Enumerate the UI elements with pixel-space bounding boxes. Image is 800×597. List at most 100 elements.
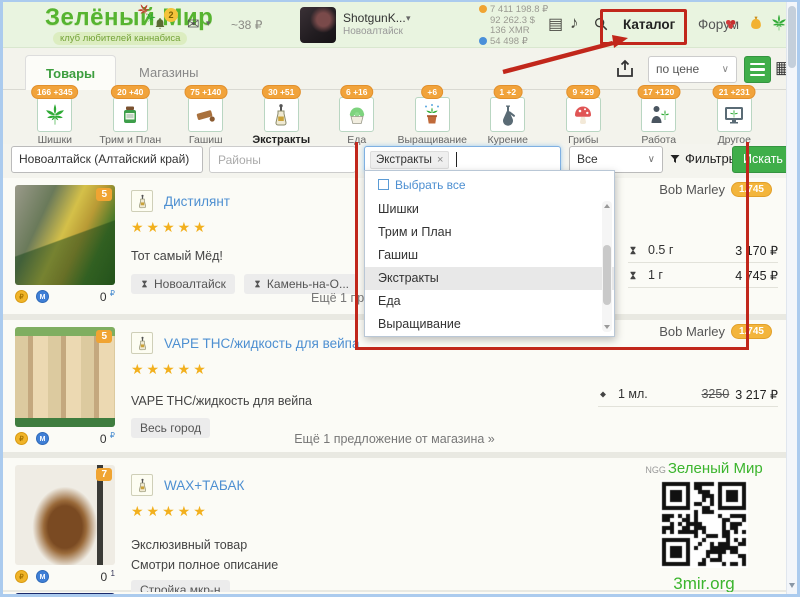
category-tags-input[interactable]: Экстракты× bbox=[364, 146, 561, 173]
category-work[interactable]: 17 +120 Работа bbox=[621, 90, 697, 144]
search-button[interactable]: Искать bbox=[732, 146, 794, 173]
photo-count-badge: 7 bbox=[96, 468, 112, 481]
selected-category-chip[interactable]: Экстракты× bbox=[370, 151, 449, 169]
page-scrollbar[interactable] bbox=[786, 2, 797, 594]
product-thumbnail[interactable]: 5 bbox=[15, 185, 115, 285]
seller-name[interactable]: Bob Marley bbox=[659, 182, 725, 197]
sort-select[interactable]: по цене∨ bbox=[648, 56, 737, 83]
money-bag-icon[interactable] bbox=[747, 14, 765, 32]
user-avatar[interactable] bbox=[300, 7, 336, 43]
product-description: Тот самый Мёд! bbox=[131, 249, 223, 263]
messages-envelope-icon[interactable]: ✉ bbox=[187, 15, 200, 33]
category-shishki[interactable]: 166 +345 Шишки bbox=[17, 90, 93, 144]
btc-coin-icon bbox=[479, 5, 487, 13]
category-mushrooms[interactable]: 9 +29 Грибы bbox=[546, 90, 622, 144]
search-icon[interactable] bbox=[593, 16, 609, 32]
user-name[interactable]: ShotgunK... bbox=[343, 11, 406, 25]
category-growing[interactable]: +6 Выращивание bbox=[395, 90, 471, 144]
more-offers-link[interactable]: Ещё 1 пре bbox=[311, 291, 371, 305]
extract-bottle-icon bbox=[131, 332, 153, 354]
category-other[interactable]: 21 +231 Другое bbox=[697, 90, 773, 144]
seller-name[interactable]: Bob Marley bbox=[659, 324, 725, 339]
dropdown-option[interactable]: Шишки bbox=[365, 198, 614, 221]
category-food[interactable]: 6 +16 Еда bbox=[319, 90, 395, 144]
category-hashish[interactable]: 75 +140 Гашиш bbox=[168, 90, 244, 144]
category-extracts[interactable]: 30 +51 Экстракты на форуме » bbox=[244, 90, 320, 144]
product-counters: ₽ M 0 ₽ bbox=[15, 289, 115, 304]
seller-info: Bob Marley 1.745 bbox=[659, 182, 772, 197]
price-row[interactable]: 1 г 4 745 ₽ bbox=[628, 263, 778, 288]
gold-coin-icon: ₽ bbox=[15, 570, 28, 583]
price-table: 0.5 г 3 170 ₽ 1 г 4 745 ₽ bbox=[628, 238, 778, 288]
product-body: WAX+ТАБАК ★★★★★ Экслюзивный товар Смотри… bbox=[131, 474, 571, 520]
type-select[interactable]: Все∨ bbox=[569, 146, 663, 173]
toolbar: Товары Магазины по цене∨ ▦ bbox=[3, 48, 786, 90]
category-smoking[interactable]: 1 +2 Курение bbox=[470, 90, 546, 144]
blue-coin-icon: M bbox=[36, 570, 49, 583]
nav-catalog[interactable]: Каталог bbox=[623, 17, 675, 32]
list-view-button[interactable] bbox=[744, 56, 771, 83]
price-row[interactable]: 0.5 г 3 170 ₽ bbox=[628, 238, 778, 263]
dropdown-scrollbar[interactable] bbox=[602, 201, 612, 332]
scrollbar-thumb[interactable] bbox=[603, 245, 611, 305]
user-menu-chevron-icon[interactable]: ▾ bbox=[406, 13, 411, 24]
notifications-count-badge: 2 bbox=[164, 8, 178, 22]
shop-banner[interactable]: NGGЗеленый Мир 3mir.org MAGIC GRASS SHOP… bbox=[636, 460, 772, 594]
seller-info: Bob Marley 1.745 bbox=[659, 324, 772, 339]
banner-url: 3mir.org bbox=[636, 574, 772, 594]
dropdown-option[interactable]: Еда bbox=[365, 290, 614, 313]
funnel-icon bbox=[669, 153, 681, 165]
product-body: VAPE THC/жидкость для вейпа ★★★★★ VAPE T… bbox=[131, 332, 571, 378]
banner-prefix: NGG bbox=[645, 465, 666, 475]
hourglass-icon bbox=[628, 269, 638, 282]
berries-icon[interactable] bbox=[722, 16, 739, 33]
location-tag[interactable]: Новоалтайск bbox=[131, 274, 235, 294]
share-icon[interactable] bbox=[613, 57, 639, 82]
districts-input[interactable] bbox=[209, 146, 356, 173]
messages-chevron-icon[interactable]: ▾ bbox=[206, 18, 211, 29]
category-trim[interactable]: 20 +40 Трим и План bbox=[93, 90, 169, 144]
product-title-link[interactable]: VAPE THC/жидкость для вейпа bbox=[164, 336, 359, 351]
city-select[interactable]: Новоалтайск (Алтайский край)∨ bbox=[11, 146, 203, 173]
worker-icon bbox=[641, 97, 676, 132]
dropdown-option[interactable]: Трим и План bbox=[365, 221, 614, 244]
scroll-up-icon[interactable] bbox=[604, 204, 610, 208]
product-row: 5 ₽ M 0 ₽ VAPE THC/жидкость для вейпа ★★… bbox=[3, 320, 786, 452]
cupcake-icon bbox=[339, 97, 374, 132]
scroll-down-icon[interactable] bbox=[604, 325, 610, 329]
blue-coin-icon: M bbox=[36, 290, 49, 303]
city-chevron-icon: ∨ bbox=[188, 172, 195, 173]
product-thumbnail[interactable]: 5 bbox=[15, 327, 115, 427]
select-all-option[interactable]: Выбрать все bbox=[365, 171, 614, 198]
dropdown-option-highlighted[interactable]: Экстракты bbox=[365, 267, 614, 290]
jar-icon bbox=[113, 97, 148, 132]
plant-pot-icon bbox=[415, 97, 450, 132]
hourglass-icon bbox=[253, 278, 262, 290]
product-thumbnail[interactable]: MAGIC 502 bbox=[15, 593, 115, 594]
category-count-badge: 1 +2 bbox=[493, 85, 522, 99]
product-thumbnail[interactable]: 7 bbox=[15, 465, 115, 565]
filters-toggle[interactable]: Фильтры bbox=[669, 151, 738, 166]
hourglass-icon bbox=[140, 278, 149, 290]
instant-diamond-icon bbox=[598, 388, 608, 401]
header: Зелёный Мир клуб любителей каннабиса 2 ✉… bbox=[3, 2, 786, 48]
product-description: VAPE THC/жидкость для вейпа bbox=[131, 394, 312, 408]
checkbox-icon[interactable] bbox=[378, 179, 389, 190]
dropdown-option[interactable]: Гашиш bbox=[365, 244, 614, 267]
extract-bottle-icon bbox=[131, 190, 153, 212]
hash-brick-icon bbox=[188, 97, 223, 132]
product-title-link[interactable]: Дистилянт bbox=[164, 194, 230, 209]
notes-icon[interactable]: ▤ bbox=[548, 14, 563, 34]
product-title-link[interactable]: WAX+ТАБАК bbox=[164, 478, 244, 493]
scroll-down-icon[interactable] bbox=[789, 583, 795, 588]
dropdown-option[interactable]: Выращивание bbox=[365, 313, 614, 336]
music-icon[interactable]: ♪ bbox=[570, 13, 579, 33]
category-count-badge: +6 bbox=[421, 85, 443, 99]
chip-remove-icon[interactable]: × bbox=[437, 154, 443, 166]
category-count-badge: 75 +140 bbox=[184, 85, 227, 99]
wallet-balances: 7 411 198.8 ₽ 92 262.3 $ 136 XMR 54 498 … bbox=[479, 5, 548, 47]
wallet-row-rub2: 54 498 ₽ bbox=[479, 37, 548, 48]
price-row[interactable]: 1 мл. 3250 3 217 ₽ bbox=[598, 382, 778, 407]
scrollbar-thumb[interactable] bbox=[788, 6, 796, 68]
more-offers-link[interactable]: Ещё 1 предложение от магазина » bbox=[3, 432, 786, 446]
